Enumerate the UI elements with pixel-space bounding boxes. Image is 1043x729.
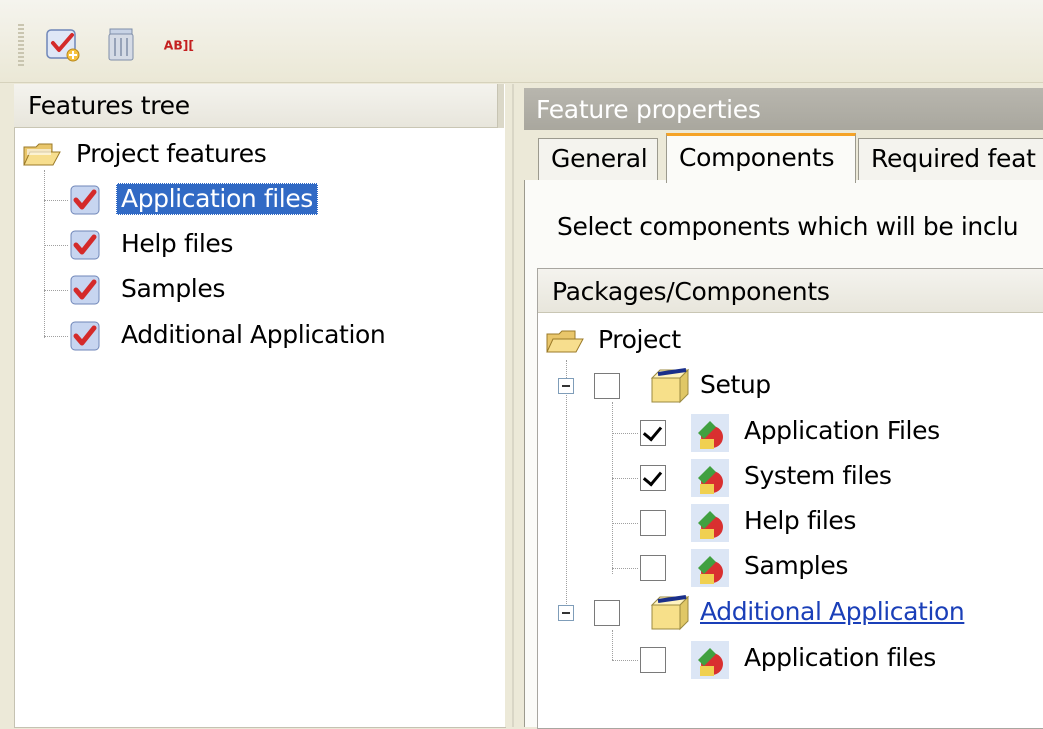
splitter-line	[512, 84, 514, 727]
rename-button[interactable]: AB][	[160, 26, 198, 64]
application-files-label[interactable]: Application Files	[744, 416, 940, 446]
component-icon	[690, 548, 730, 592]
toolbar-grip[interactable]	[18, 24, 24, 68]
pane-splitter[interactable]	[505, 84, 523, 727]
new-feature-icon	[46, 29, 80, 62]
collapse-toggle[interactable]	[558, 378, 574, 394]
setup-label[interactable]: Setup	[700, 370, 771, 400]
delete-button[interactable]	[102, 26, 140, 64]
new-feature-button[interactable]	[44, 26, 82, 64]
system-files-label[interactable]: System files	[744, 461, 892, 491]
red-check-icon[interactable]	[70, 275, 100, 309]
column-resize-edge[interactable]	[497, 84, 504, 128]
feature-item-additional-application[interactable]: Additional Application	[121, 320, 386, 350]
tree-connector	[612, 402, 613, 574]
component-icon	[690, 640, 730, 684]
tree-connector	[612, 660, 638, 661]
project-features-node[interactable]	[22, 139, 62, 173]
help-files-label[interactable]: Help files	[744, 506, 856, 536]
collapse-toggle[interactable]	[558, 605, 574, 621]
red-check-icon[interactable]	[70, 230, 100, 264]
samples-label[interactable]: Samples	[744, 551, 848, 581]
feature-properties-title: Feature properties	[536, 95, 761, 124]
setup-checkbox[interactable]	[594, 373, 620, 399]
tree-connector	[612, 523, 638, 524]
red-check-icon[interactable]	[70, 321, 100, 355]
tree-connector	[44, 200, 68, 201]
package-icon	[648, 366, 692, 410]
tab-components[interactable]: Components	[666, 133, 856, 183]
components-description: Select components which will be inclu	[557, 212, 1019, 241]
samples-checkbox[interactable]	[640, 555, 666, 581]
component-icon	[690, 458, 730, 502]
feature-properties-titlebar: Feature properties	[524, 88, 1043, 130]
packages-header[interactable]: Packages/Components	[538, 269, 1043, 313]
tree-connector	[612, 568, 638, 569]
system-files-checkbox[interactable]	[640, 465, 666, 491]
delete-icon	[108, 28, 134, 61]
component-icon	[690, 413, 730, 457]
tree-connector	[612, 630, 613, 660]
additional-app-files-checkbox[interactable]	[640, 647, 666, 673]
additional-application-link[interactable]: Additional Application	[700, 597, 965, 627]
tree-connector	[612, 478, 638, 479]
application-files-checkbox[interactable]	[640, 420, 666, 446]
tree-connector	[566, 360, 567, 618]
rename-glyph: AB][	[164, 39, 194, 53]
open-folder-icon	[23, 143, 61, 166]
toolbar: AB][	[0, 0, 1043, 83]
project-features-label[interactable]: Project features	[76, 139, 267, 169]
features-tree-header[interactable]: Features tree	[14, 84, 504, 128]
component-icon	[690, 503, 730, 547]
tab-required-features[interactable]: Required feat	[858, 138, 1043, 180]
additional-application-checkbox[interactable]	[594, 600, 620, 626]
tree-connector	[44, 336, 68, 337]
tree-connector	[612, 433, 638, 434]
features-tree-panel	[14, 84, 506, 728]
packages-header-label: Packages/Components	[552, 277, 830, 306]
features-tree-title: Features tree	[28, 91, 190, 120]
tab-strip: General Components Required feat	[524, 130, 1043, 185]
feature-item-samples[interactable]: Samples	[121, 274, 225, 304]
open-folder-icon	[545, 326, 585, 360]
additional-app-files-label[interactable]: Application files	[744, 643, 936, 673]
tree-connector	[44, 170, 45, 338]
tree-connector	[44, 245, 68, 246]
red-check-icon[interactable]	[70, 185, 100, 219]
tab-general[interactable]: General	[538, 138, 658, 180]
tree-connector	[44, 290, 68, 291]
help-files-checkbox[interactable]	[640, 510, 666, 536]
rename-icon: AB][	[164, 39, 194, 53]
package-icon	[648, 593, 692, 637]
feature-item-help-files[interactable]: Help files	[121, 229, 233, 259]
project-node-label[interactable]: Project	[598, 325, 681, 355]
feature-item-application-files[interactable]: Application files	[116, 183, 318, 215]
